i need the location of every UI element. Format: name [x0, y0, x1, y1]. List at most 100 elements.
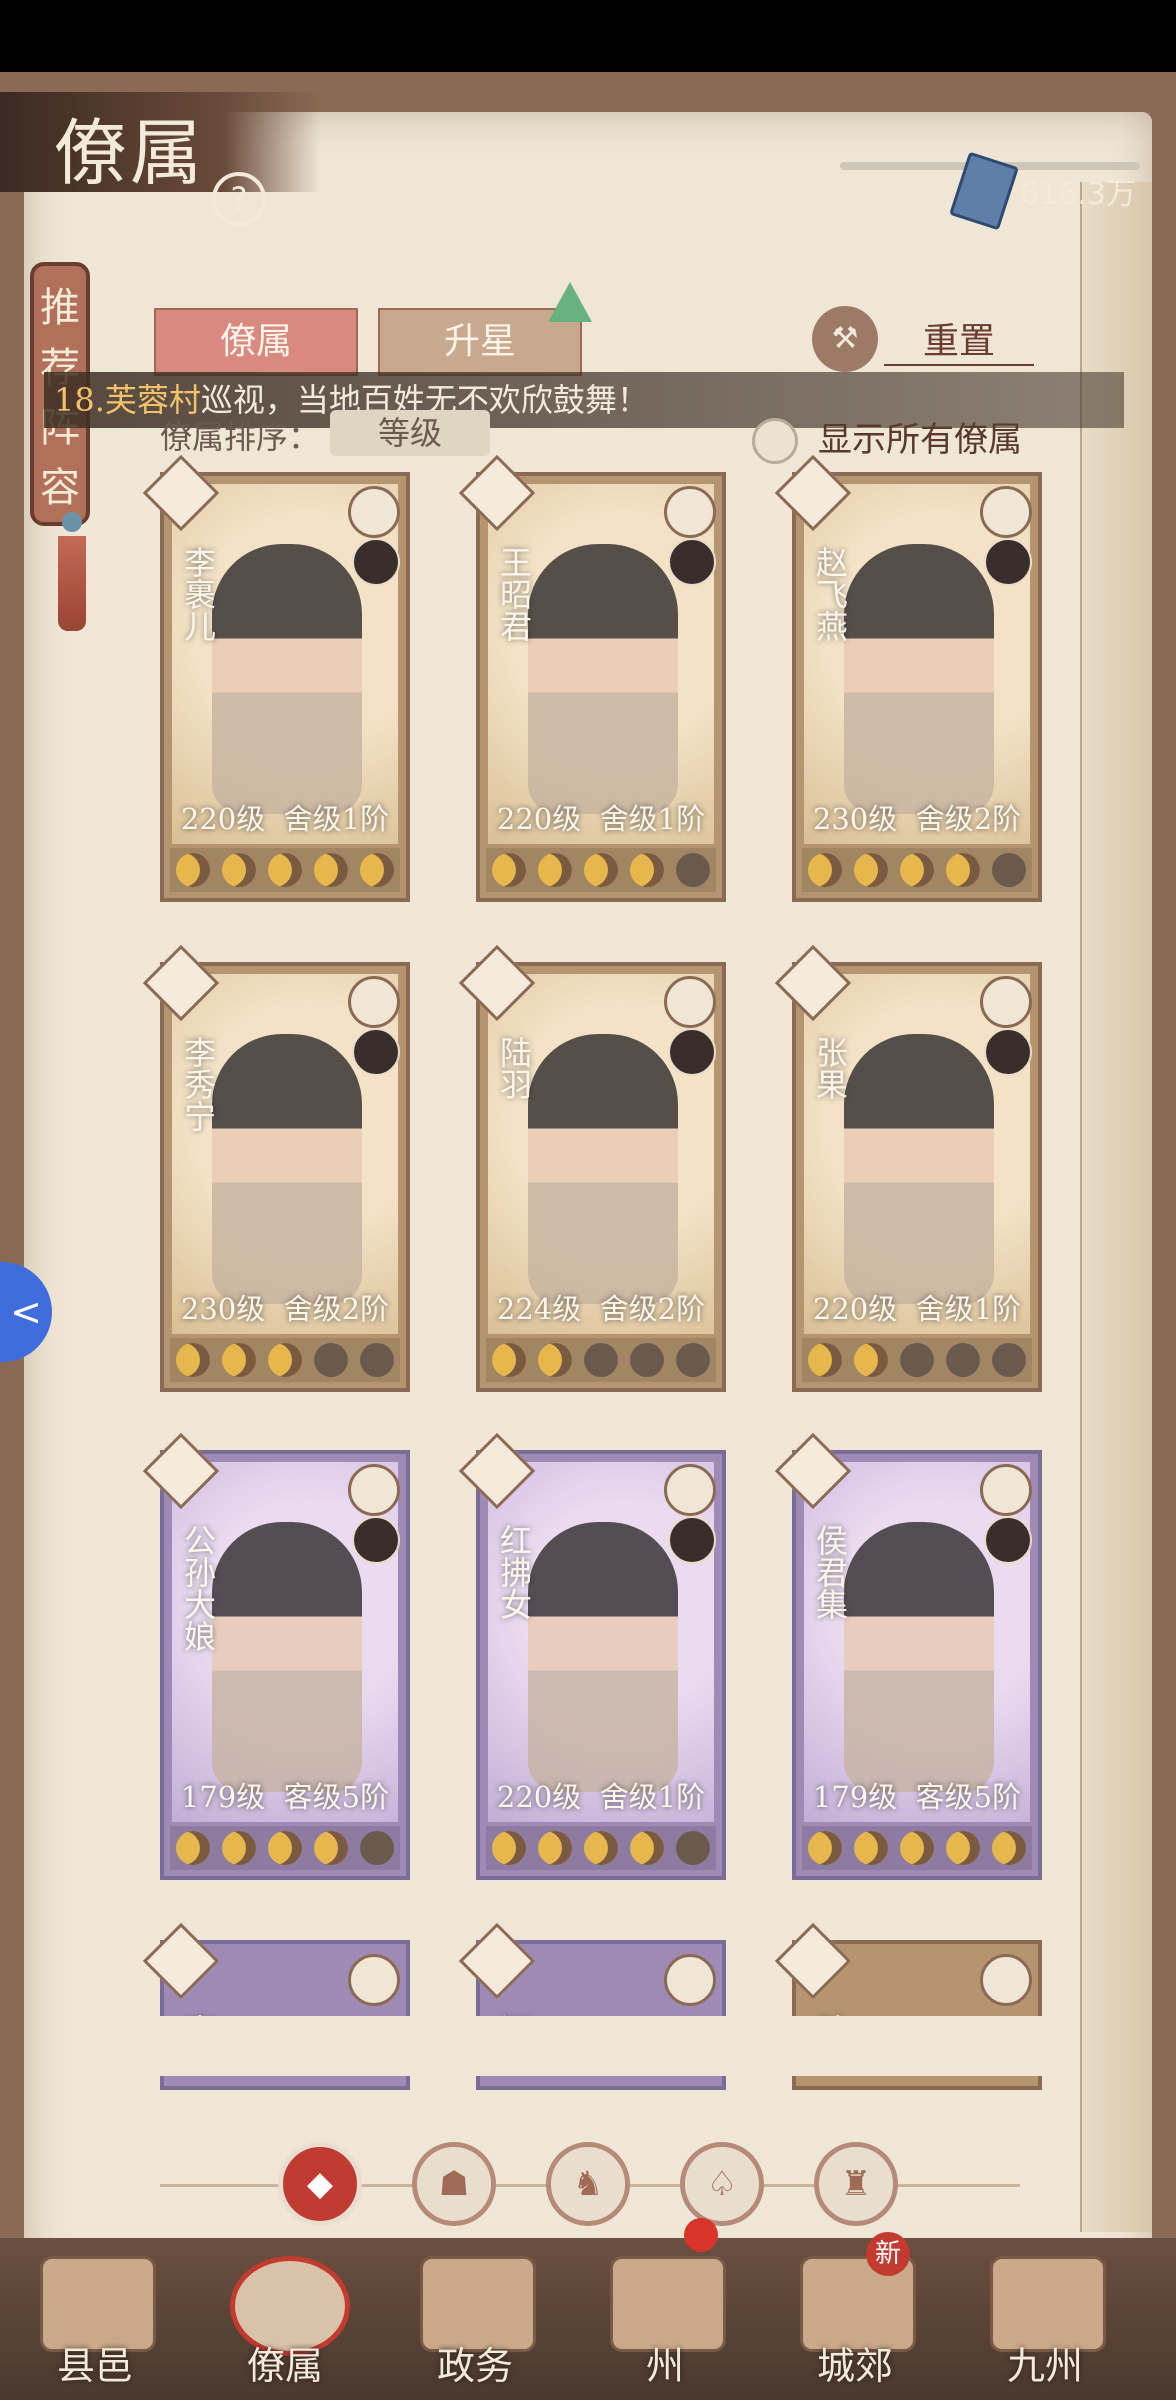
portrait: [804, 1462, 1030, 1822]
help-icon[interactable]: ?: [212, 172, 266, 226]
moon-star-filled-icon: [584, 1831, 618, 1865]
level: 220级: [496, 802, 582, 836]
notification-dot: [684, 2218, 718, 2252]
page-title: 僚属: [54, 111, 207, 195]
retainer-card[interactable]: 公孙大娘 179级 客级5阶: [142, 1432, 410, 1880]
portrait: [488, 974, 714, 1334]
moon-star-filled-icon: [176, 1343, 210, 1377]
retainer-card[interactable]: 红拂女 220级 舍级1阶: [458, 1432, 726, 1880]
new-badge: 新: [866, 2232, 910, 2276]
star-row: [486, 1338, 716, 1382]
character-figure: [212, 1522, 362, 1792]
nav-label: 县邑: [56, 2344, 133, 2388]
moon-star-filled-icon: [268, 1343, 302, 1377]
star-row: [486, 1826, 716, 1870]
tassel-bead: [62, 512, 82, 532]
retainer-card[interactable]: 李裹儿 220级 舍级1阶: [142, 454, 410, 902]
bottom-nav: 县邑 僚属 政务 州 新 城郊 九州: [0, 2218, 1176, 2400]
moon-star-filled-icon: [268, 853, 302, 887]
scroll-mask: [110, 2016, 1066, 2076]
nav-label: 九州: [1006, 2344, 1083, 2388]
nav-suburbs[interactable]: 新 城郊: [780, 2232, 930, 2400]
moon-star-filled-icon: [854, 853, 888, 887]
moon-star-filled-icon: [492, 1831, 526, 1865]
status-bar: [0, 0, 1176, 72]
retainer-card[interactable]: 王昭君 220级 舍级1阶: [458, 454, 726, 902]
retainer-name: 李裹儿: [179, 546, 217, 642]
avatar: [984, 538, 1032, 586]
filter-fan-icon[interactable]: ♤: [680, 2142, 764, 2226]
moon-star-filled-icon: [222, 1343, 256, 1377]
moon-star-filled-icon: [360, 853, 394, 887]
bow-icon: [980, 1464, 1032, 1516]
sword-icon: [980, 486, 1032, 538]
level: 220级: [180, 802, 266, 836]
moon-star-filled-icon: [492, 1343, 526, 1377]
reset-button[interactable]: 重置: [884, 312, 1034, 366]
moon-star-filled-icon: [630, 853, 664, 887]
moon-star-empty-icon: [900, 1343, 934, 1377]
level: 224级: [496, 1292, 582, 1326]
star-row: [170, 1826, 400, 1870]
nav-county[interactable]: 县邑: [20, 2238, 170, 2400]
moon-star-empty-icon: [314, 1343, 348, 1377]
nav-label: 政务: [436, 2344, 513, 2388]
retainer-name: 李秀宁: [179, 1036, 217, 1132]
yin-yang-icon: [348, 486, 400, 538]
rank: 客级5阶: [283, 1780, 390, 1814]
book-currency-icon: [949, 151, 1020, 231]
filter-all-icon[interactable]: ◆: [278, 2142, 362, 2226]
level-rank: 179级 客级5阶: [796, 1774, 1038, 1816]
filter-bell-icon[interactable]: ☗: [412, 2142, 496, 2226]
portrait: [172, 974, 398, 1334]
sword-icon: [348, 976, 400, 1028]
moon-star-filled-icon: [992, 1831, 1026, 1865]
sort-select[interactable]: 等级: [330, 410, 490, 456]
nav-nine-provinces[interactable]: 九州: [970, 2238, 1120, 2400]
character-figure: [844, 1034, 994, 1304]
retainer-card[interactable]: 李秀宁 230级 舍级2阶: [142, 944, 410, 1392]
nav-affairs[interactable]: 政务: [400, 2238, 550, 2400]
avatar: [352, 1028, 400, 1076]
portrait: [488, 1462, 714, 1822]
retainer-card[interactable]: 侯君集 179级 客级5阶: [774, 1432, 1042, 1880]
rank: 客级5阶: [915, 1780, 1022, 1814]
level-rank: 220级 舍级1阶: [480, 1774, 722, 1816]
retainer-card[interactable]: 张果 220级 舍级1阶: [774, 944, 1042, 1392]
moon-star-empty-icon: [676, 1343, 710, 1377]
currency-display: 616.3万: [949, 151, 1136, 231]
recommend-char: 容: [40, 465, 80, 511]
moon-star-filled-icon: [946, 853, 980, 887]
filter-tower-icon[interactable]: ♜: [814, 2142, 898, 2226]
rank: 舍级2阶: [283, 1292, 390, 1326]
retainer-card[interactable]: 陆羽 224级 舍级2阶: [458, 944, 726, 1392]
moon-star-filled-icon: [900, 853, 934, 887]
retainer-name: 王昭君: [495, 546, 533, 642]
moon-star-empty-icon: [630, 1343, 664, 1377]
show-all-radio[interactable]: [752, 418, 798, 464]
nav-retainers[interactable]: 僚属: [210, 2238, 360, 2400]
reset-icon[interactable]: ⚒: [812, 306, 878, 372]
star-row: [802, 1338, 1032, 1382]
nav-state[interactable]: 州: [590, 2218, 740, 2400]
retainer-card[interactable]: 赵飞燕 230级 舍级2阶: [774, 454, 1042, 902]
level: 230级: [180, 1292, 266, 1326]
character-figure: [844, 1522, 994, 1792]
character-figure: [528, 544, 678, 814]
moon-star-filled-icon: [584, 853, 618, 887]
retainer-name: 红拂女: [495, 1524, 533, 1620]
yin-yang-icon: [664, 1464, 716, 1516]
moon-star-empty-icon: [992, 1343, 1026, 1377]
moon-star-filled-icon: [314, 1831, 348, 1865]
filter-row: ◆ ☗ ♞ ♤ ♜: [160, 2142, 1020, 2230]
shield-icon: [348, 1954, 400, 2006]
level: 230级: [812, 802, 898, 836]
arrow-up-icon: [548, 282, 592, 322]
filter-gourd-icon[interactable]: ♞: [546, 2142, 630, 2226]
tab-retainers[interactable]: 僚属: [154, 308, 358, 376]
character-figure: [844, 544, 994, 814]
show-all-label[interactable]: 显示所有僚属: [818, 412, 1022, 461]
sort-label: 僚属排序：: [160, 418, 321, 456]
character-figure: [528, 1522, 678, 1792]
moon-star-empty-icon: [360, 1343, 394, 1377]
